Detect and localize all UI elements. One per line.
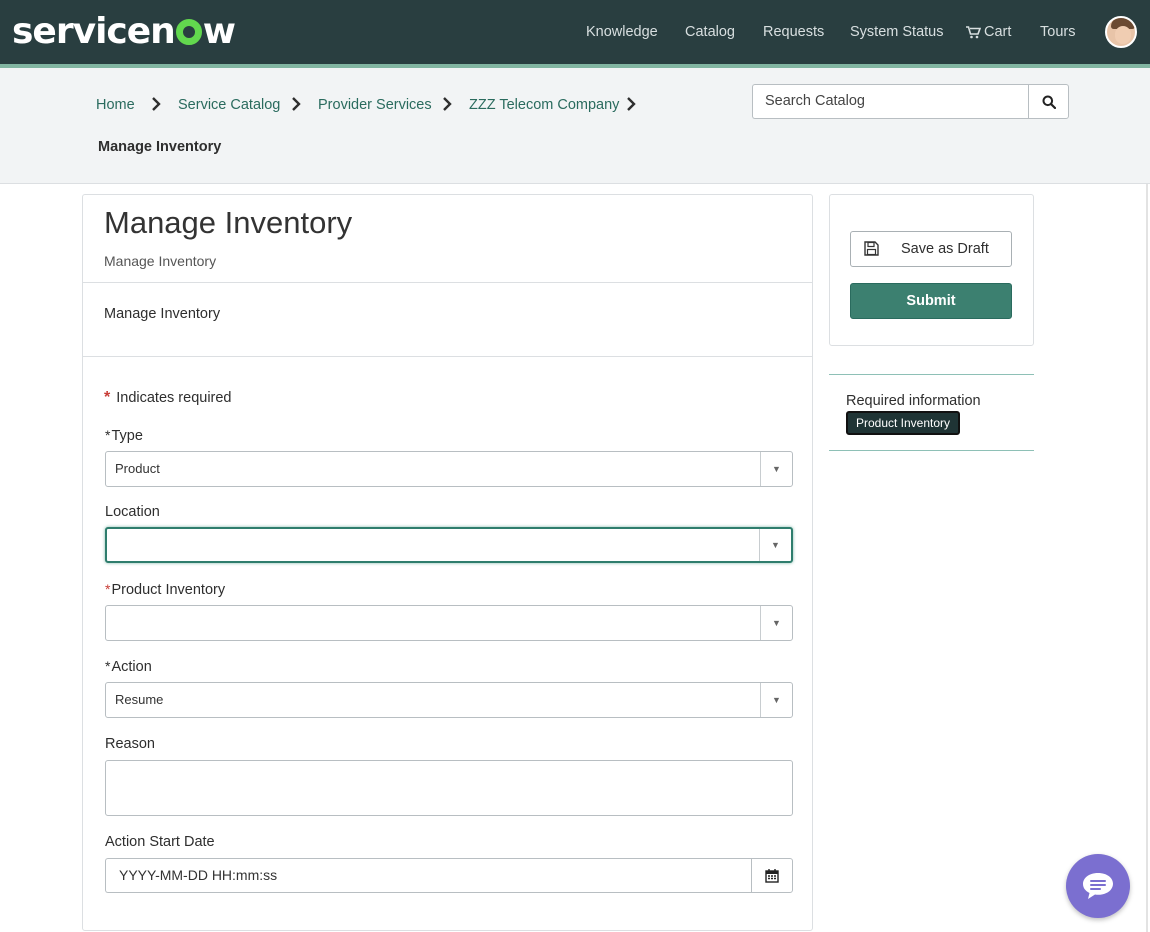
action-select[interactable]: Resume ▼ [105, 682, 793, 718]
chevron-right-icon [152, 97, 161, 111]
nav-system-status[interactable]: System Status [850, 0, 943, 64]
nav-knowledge[interactable]: Knowledge [586, 0, 658, 64]
product-inventory-select[interactable]: ▼ [105, 605, 793, 641]
user-avatar[interactable] [1105, 16, 1137, 48]
floppy-disk-icon [864, 241, 879, 256]
dropdown-arrow-icon: ▼ [759, 529, 791, 561]
logo-o-mark [175, 19, 202, 45]
page-title: Manage Inventory [104, 205, 353, 240]
dropdown-arrow-icon: ▼ [760, 606, 792, 640]
chevron-right-icon [443, 97, 452, 111]
scrollbar[interactable] [1146, 184, 1148, 932]
action-label: *Action [105, 658, 152, 675]
calendar-button[interactable] [751, 858, 793, 893]
type-label: *Type [105, 427, 143, 444]
dropdown-arrow-icon: ▼ [760, 683, 792, 717]
nav-tours[interactable]: Tours [1040, 0, 1075, 64]
mandatory-marker: * [105, 658, 111, 674]
breadcrumb-service-catalog[interactable]: Service Catalog [178, 95, 280, 115]
item-description: Manage Inventory [104, 306, 221, 322]
action-start-date-input[interactable]: YYYY-MM-DD HH:mm:ss [105, 858, 752, 893]
chat-bubble-icon [1083, 873, 1113, 899]
action-start-date-label: Action Start Date [105, 834, 215, 850]
search-catalog-input[interactable]: Search Catalog [752, 84, 1029, 119]
location-select[interactable]: ▼ [105, 527, 793, 563]
location-label: Location [105, 504, 160, 520]
nav-catalog[interactable]: Catalog [685, 0, 735, 64]
required-asterisk: * [104, 389, 111, 406]
chevron-right-icon [627, 97, 636, 111]
logo-text-end: w [202, 11, 236, 52]
type-select[interactable]: Product ▼ [105, 451, 793, 487]
dropdown-arrow-icon: ▼ [760, 452, 792, 486]
required-information-label: Required information [846, 393, 981, 409]
chevron-right-icon [292, 97, 301, 111]
save-as-draft-label: Save as Draft [901, 241, 989, 257]
breadcrumb-current: Manage Inventory [98, 139, 222, 155]
product-inventory-label: *Product Inventory [105, 581, 226, 598]
reason-label: Reason [105, 736, 155, 752]
mandatory-marker: * [105, 581, 111, 597]
servicenow-logo[interactable]: servicen w [12, 10, 236, 54]
search-icon [1042, 95, 1056, 109]
divider [829, 374, 1034, 375]
nav-cart-label: Cart [984, 24, 1012, 40]
divider [83, 356, 812, 357]
search-button[interactable] [1028, 84, 1069, 119]
logo-text-start: servicen [12, 11, 176, 52]
page-subtitle: Manage Inventory [104, 253, 217, 269]
calendar-icon [765, 868, 779, 883]
required-note-text: Indicates required [116, 390, 232, 406]
required-field-badge[interactable]: Product Inventory [846, 411, 960, 435]
save-as-draft-button[interactable]: Save as Draft [850, 231, 1012, 267]
nav-requests[interactable]: Requests [763, 0, 824, 64]
breadcrumb-provider-services[interactable]: Provider Services [318, 95, 432, 115]
shopping-cart-icon [966, 25, 981, 38]
mandatory-marker: * [105, 427, 111, 443]
submit-button[interactable]: Submit [850, 283, 1012, 319]
order-actions-card [829, 194, 1034, 346]
chat-launcher-button[interactable] [1066, 854, 1130, 918]
divider [83, 282, 812, 283]
nav-cart[interactable]: Cart [966, 0, 1011, 64]
breadcrumb-zzz-telecom[interactable]: ZZZ Telecom Company [469, 95, 619, 115]
reason-textarea[interactable] [105, 760, 793, 816]
required-note: * Indicates required [104, 388, 232, 408]
action-select-value: Resume [115, 692, 164, 707]
type-select-value: Product [115, 461, 160, 476]
divider [829, 450, 1034, 451]
breadcrumb-home[interactable]: Home [96, 95, 135, 115]
